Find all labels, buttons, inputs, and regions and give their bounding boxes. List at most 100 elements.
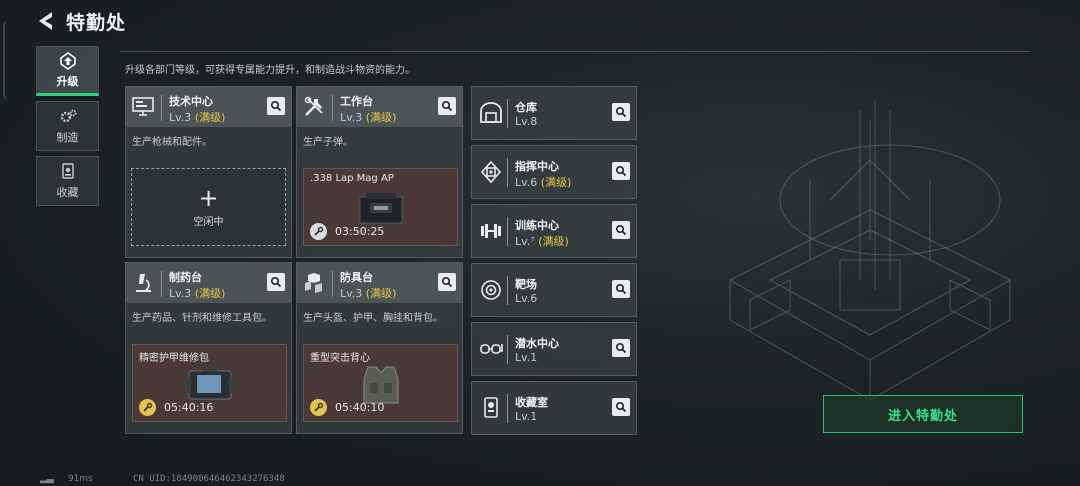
- facility-row-command-center[interactable]: 指挥中心 Lv.6 (满级): [471, 145, 637, 199]
- search-icon: [615, 283, 627, 295]
- page-title: 特勤处: [66, 12, 127, 34]
- dumbbell-icon: [481, 224, 501, 238]
- inspect-button[interactable]: [267, 273, 285, 291]
- nav-tab-label: 收藏: [56, 185, 79, 199]
- facility-description: 生产药品、针剂和维修工具包。: [132, 313, 272, 324]
- facility-card-tech-center[interactable]: 技术中心 Lv.3 (满级) 生产枪械和配件。 + 空闲中: [125, 86, 292, 258]
- facility-row-shooting-range[interactable]: 靶场 Lv.6: [471, 263, 637, 317]
- facility-level: Lv.3 (满级): [340, 111, 397, 124]
- facility-level: Lv.6: [515, 292, 538, 305]
- search-icon: [615, 106, 627, 118]
- row-divider: [507, 276, 508, 305]
- search-icon: [270, 276, 282, 288]
- goggles-icon: [480, 344, 503, 354]
- search-icon: [615, 165, 627, 177]
- facility-name: 靶场: [515, 278, 537, 291]
- tools-icon: [304, 96, 323, 116]
- user-id: CN UID:18490064646234​3276348: [133, 474, 285, 484]
- facility-row-training-center[interactable]: 训练中心 Lv.⁷ (满级): [471, 204, 637, 258]
- upgrade-icon: [59, 51, 76, 70]
- inspect-button[interactable]: [612, 398, 630, 416]
- production-timer: 03:50:25: [310, 223, 384, 240]
- search-icon: [615, 224, 627, 236]
- facility-row-warehouse[interactable]: 仓库 Lv.8: [471, 86, 637, 140]
- facility-name: 制药台: [169, 271, 202, 284]
- inspect-button[interactable]: [438, 273, 456, 291]
- facility-card-pharmacy[interactable]: 制药台 Lv.3 (满级) 生产药品、针剂和维修工具包。 精密护甲维修包 05:…: [125, 262, 292, 434]
- inspect-button[interactable]: [612, 280, 630, 298]
- search-icon: [441, 276, 453, 288]
- inspect-button[interactable]: [438, 97, 456, 115]
- production-slot[interactable]: 重型突击背心 05:40:10: [303, 344, 458, 422]
- production-timer: 05:40:16: [139, 399, 213, 416]
- facility-level: Lv.3 (满级): [169, 287, 226, 300]
- warehouse-icon: [480, 102, 502, 123]
- facility-description: 生产头盔、护甲、胸挂和背包。: [303, 313, 443, 324]
- card-header: 制药台 Lv.3 (满级): [126, 263, 291, 303]
- target-icon: [481, 280, 501, 300]
- facility-name: 仓库: [515, 101, 537, 114]
- production-slot-empty[interactable]: + 空闲中: [131, 168, 286, 246]
- inspect-button[interactable]: [612, 221, 630, 239]
- card-divider: [332, 95, 333, 121]
- monitor-icon: [132, 97, 154, 116]
- plus-icon: +: [198, 183, 219, 212]
- facility-row-diving-center[interactable]: 潜水中心 Lv.1: [471, 322, 637, 376]
- facility-row-collection-room[interactable]: 收藏室 Lv.1: [471, 381, 637, 435]
- nav-tab-upgrade[interactable]: 升级: [36, 46, 99, 96]
- facility-level: Lv.1: [515, 351, 538, 364]
- inspect-button[interactable]: [612, 339, 630, 357]
- facility-level: Lv.⁷ (满级): [515, 235, 569, 248]
- network-status: ▂▃ 91ms: [40, 474, 93, 484]
- facility-name: 指挥中心: [515, 160, 559, 173]
- inspect-button[interactable]: [267, 97, 285, 115]
- card-header: 防具台 Lv.3 (满级): [297, 263, 462, 303]
- row-divider: [507, 335, 508, 364]
- row-divider: [507, 158, 508, 187]
- left-frame-decoration: [3, 20, 13, 100]
- production-slot[interactable]: 精密护甲维修包 05:40:16: [132, 344, 287, 422]
- nav-tab-collection[interactable]: 收藏: [36, 156, 99, 206]
- product-name: .338 Lap Mag AP: [310, 173, 394, 184]
- facility-level: Lv.8: [515, 115, 538, 128]
- card-header: 工作台 Lv.3 (满级): [297, 87, 462, 127]
- nav-tab-craft[interactable]: 制造: [36, 101, 99, 151]
- row-divider: [507, 99, 508, 128]
- facility-description: 生产子弹。: [303, 137, 353, 148]
- facility-name: 收藏室: [515, 396, 548, 409]
- card-divider: [332, 271, 333, 297]
- facility-name: 训练中心: [515, 219, 559, 232]
- back-arrow-icon[interactable]: [34, 9, 58, 33]
- header-divider: [120, 51, 1030, 52]
- row-divider: [507, 394, 508, 423]
- slot-status: 空闲中: [193, 216, 224, 228]
- product-name: 重型突击背心: [310, 353, 370, 364]
- search-icon: [441, 100, 453, 112]
- facility-card-armor-bench[interactable]: 防具台 Lv.3 (满级) 生产头盔、护甲、胸挂和背包。 重型突击背心 05:4…: [296, 262, 463, 434]
- card-divider: [161, 271, 162, 297]
- product-name: 精密护甲维修包: [139, 353, 209, 364]
- chip-icon: [480, 160, 502, 184]
- microscope-icon: [136, 274, 151, 292]
- enter-special-ops-button[interactable]: 进入特勤处: [823, 395, 1023, 433]
- inspect-button[interactable]: [612, 103, 630, 121]
- facility-level: Lv.3 (满级): [340, 287, 397, 300]
- search-icon: [615, 401, 627, 413]
- ammo-box-image: [359, 193, 403, 224]
- facility-card-workbench[interactable]: 工作台 Lv.3 (满级) 生产子弹。 .338 Lap Mag AP 03:5…: [296, 86, 463, 258]
- row-divider: [507, 217, 508, 246]
- facility-name: 工作台: [340, 95, 373, 108]
- facility-name: 防具台: [340, 271, 373, 284]
- facility-level: Lv.3 (满级): [169, 111, 226, 124]
- search-icon: [270, 100, 282, 112]
- wrench-icon: [139, 399, 156, 416]
- nav-tab-label: 升级: [56, 74, 79, 88]
- facility-name: 技术中心: [169, 95, 213, 108]
- card-divider: [161, 95, 162, 121]
- collection-icon: [61, 162, 74, 179]
- production-timer: 05:40:10: [310, 399, 384, 416]
- production-slot[interactable]: .338 Lap Mag AP 03:50:25: [303, 168, 458, 246]
- facility-name: 潜水中心: [515, 337, 559, 350]
- inspect-button[interactable]: [612, 162, 630, 180]
- nav-tab-label: 制造: [56, 130, 79, 144]
